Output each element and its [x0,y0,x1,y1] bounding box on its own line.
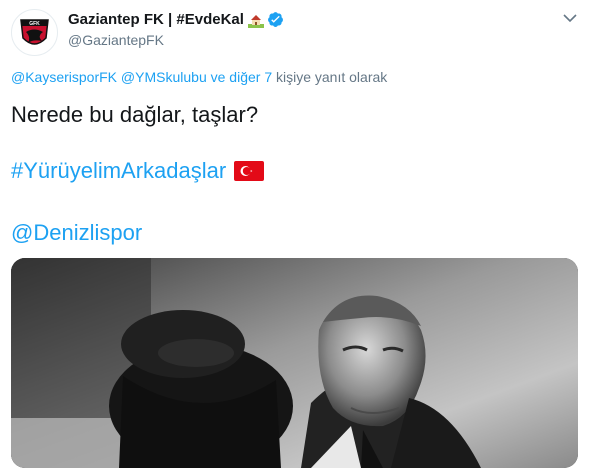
account-handle[interactable]: @GaziantepFK [68,32,164,48]
ataturk-hat-photo [11,258,578,468]
house-with-garden-icon [247,12,264,28]
mention-denizlispor[interactable]: @Denizlispor [11,220,142,246]
reply-others-link[interactable]: ve diğer 7 [211,69,272,85]
tweet-text-line: Nerede bu dağlar, taşlar? [11,102,259,127]
verified-badge-icon [267,11,284,28]
reply-mention-ymskulubu[interactable]: @YMSkulubu [121,69,207,85]
reply-suffix: kişiye yanıt olarak [276,69,388,85]
display-name[interactable]: Gaziantep FK | #EvdeKal [68,11,244,28]
hashtag-link[interactable]: #YürüyelimArkadaşlar [11,158,226,184]
avatar[interactable]: GFK [11,9,58,56]
reply-context: @KayserisporFK @YMSkulubu ve diğer 7 kiş… [11,69,387,85]
gaziantep-fk-logo: GFK [14,12,55,53]
svg-text:GFK: GFK [29,21,40,27]
account-name-row[interactable]: Gaziantep FK | #EvdeKal [68,11,284,28]
reply-mention-kayserispor[interactable]: @KayserisporFK [11,69,117,85]
turkey-flag-icon [234,161,265,181]
chevron-down-icon[interactable] [563,10,577,23]
tweet-hashtag-line: #YürüyelimArkadaşlar [11,158,265,184]
tweet-photo[interactable] [11,258,578,468]
